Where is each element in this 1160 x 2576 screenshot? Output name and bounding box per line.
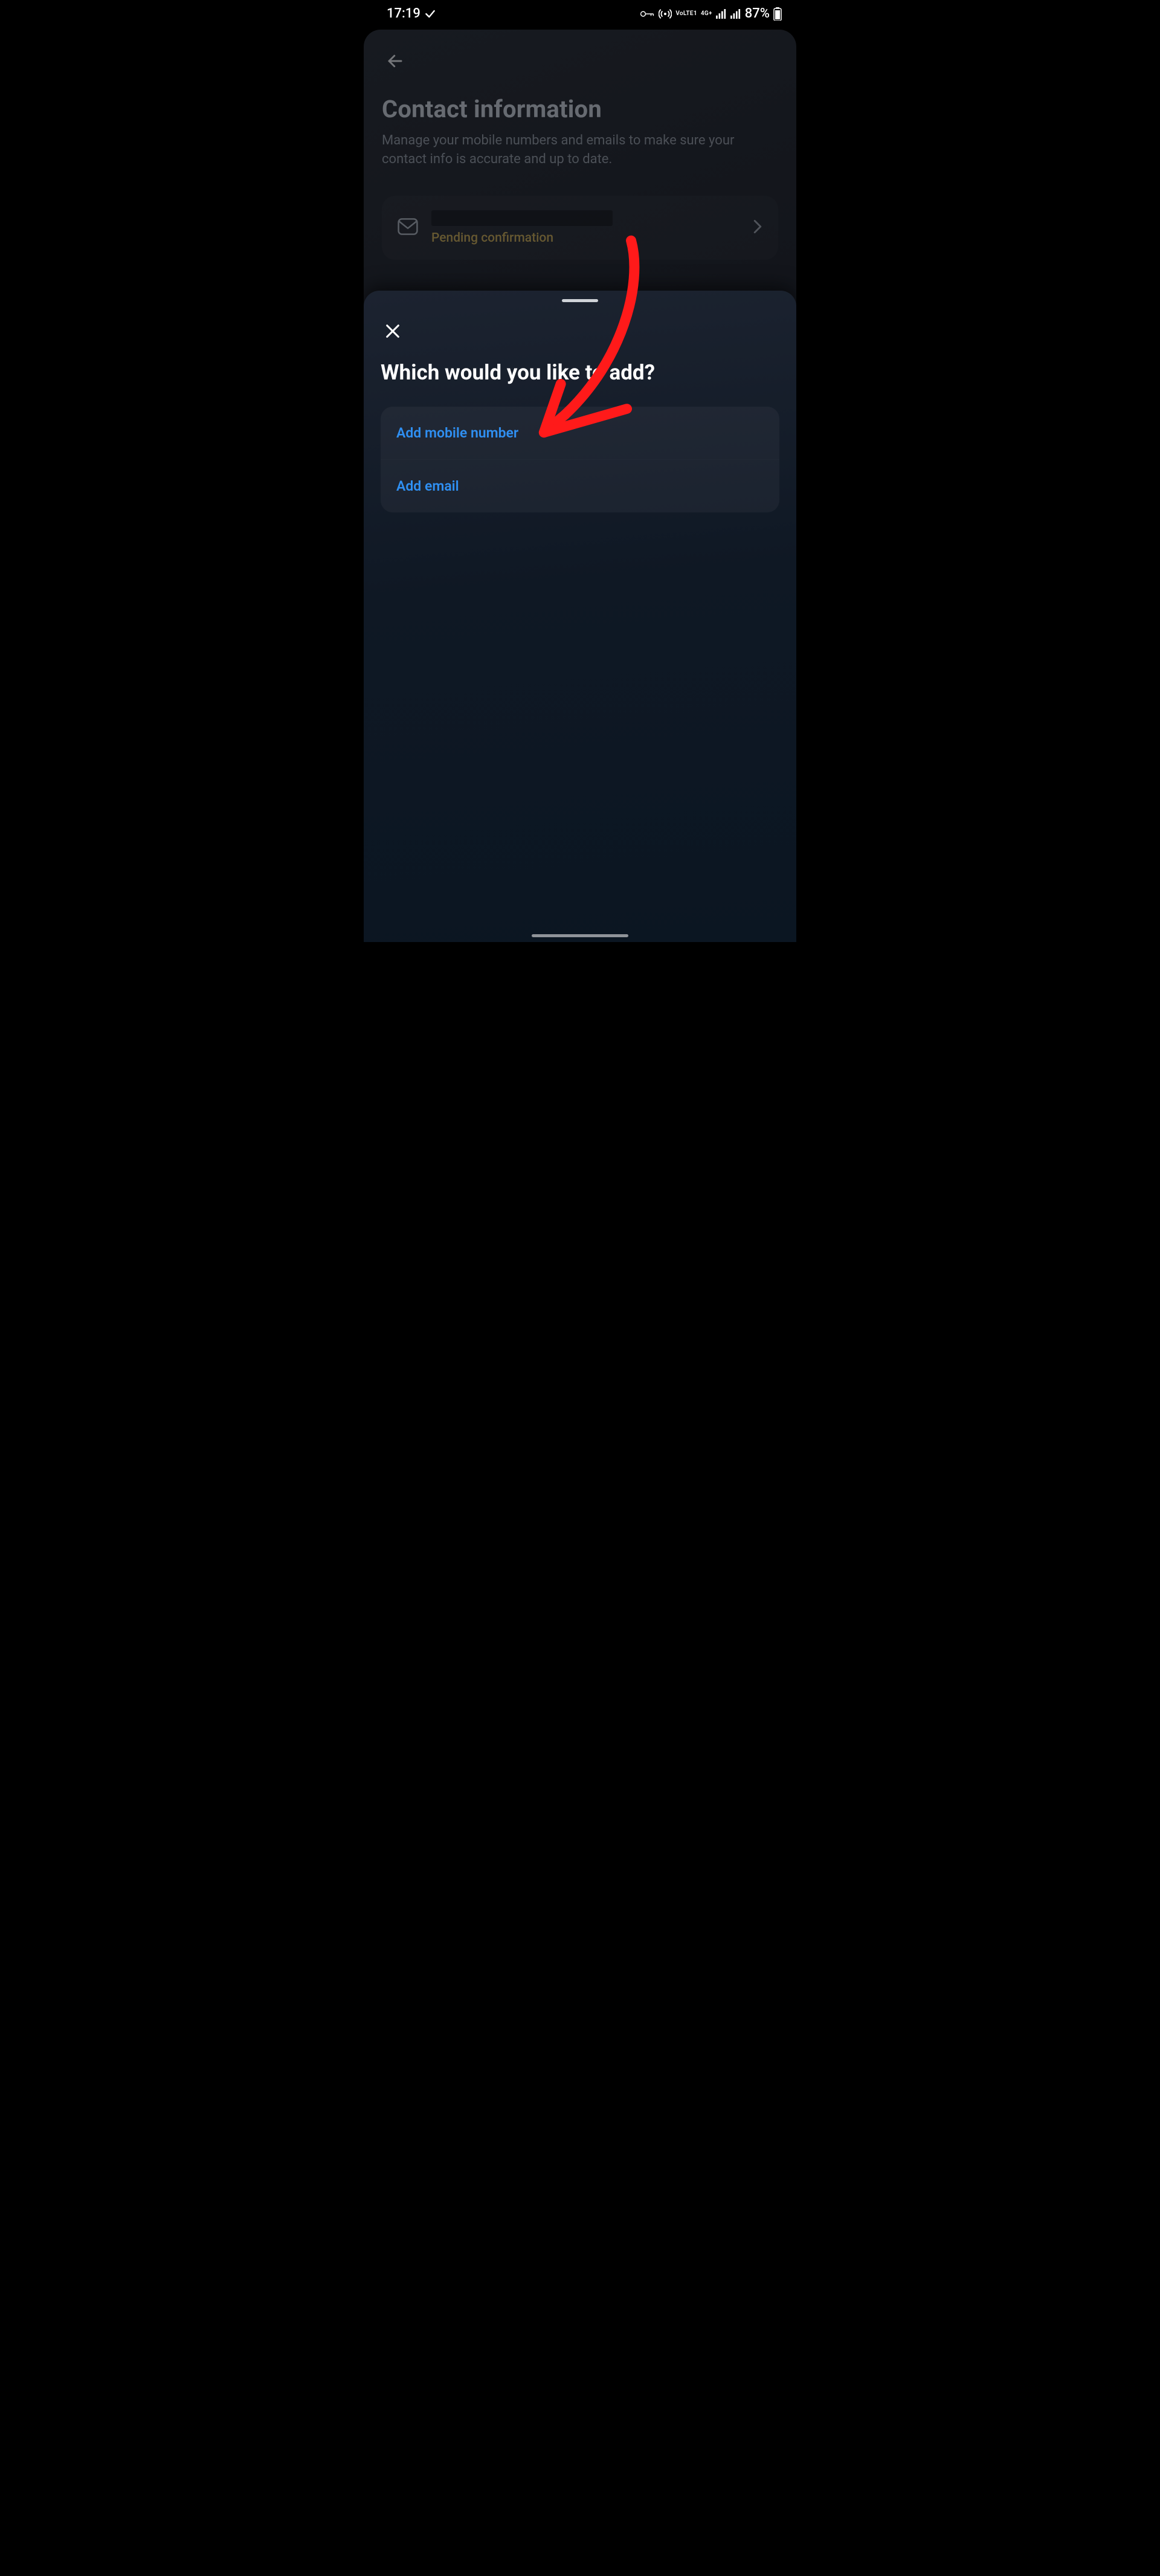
- sheet-title: Which would you like to add?: [381, 360, 779, 385]
- page-title: Contact information: [382, 95, 778, 123]
- signal-icon-2: [730, 9, 741, 19]
- contact-item[interactable]: Pending confirmation: [382, 196, 778, 260]
- key-icon: [639, 8, 655, 19]
- checkmark-icon: [424, 8, 436, 20]
- nav-handle[interactable]: [532, 934, 628, 937]
- chevron-right-icon: [753, 219, 762, 236]
- contact-status: Pending confirmation: [431, 231, 553, 245]
- battery-icon: [773, 7, 782, 21]
- status-time: 17:19: [387, 6, 420, 21]
- network-type-2: 4G+: [701, 11, 712, 16]
- signal-icon-1: [716, 9, 727, 19]
- device-frame: 17:19 VoLTE1 4G+ 87%: [362, 0, 798, 942]
- contact-page-content-dimmed: Contact information Manage your mobile n…: [382, 48, 778, 260]
- status-bar: 17:19 VoLTE1 4G+ 87%: [362, 0, 798, 24]
- hotspot-icon: [659, 7, 672, 21]
- contact-item-body: Pending confirmation: [431, 210, 740, 245]
- close-button[interactable]: [381, 319, 405, 343]
- add-contact-sheet: Which would you like to add? Add mobile …: [364, 291, 796, 942]
- sheet-grabber[interactable]: [562, 299, 598, 302]
- arrow-left-icon: [386, 52, 404, 70]
- mail-icon: [398, 218, 418, 237]
- contact-page: Contact information Manage your mobile n…: [364, 30, 796, 942]
- contact-email-redacted: [431, 210, 613, 226]
- sheet-options: Add mobile number Add email: [381, 407, 779, 512]
- status-battery-pct: 87%: [745, 6, 770, 21]
- status-right: VoLTE1 4G+ 87%: [639, 6, 782, 21]
- network-type-1: VoLTE1: [675, 11, 697, 16]
- status-left: 17:19: [387, 6, 436, 21]
- option-add-email[interactable]: Add email: [381, 459, 779, 512]
- back-button[interactable]: [382, 48, 408, 74]
- page-subtitle: Manage your mobile numbers and emails to…: [382, 132, 778, 169]
- option-add-mobile[interactable]: Add mobile number: [381, 407, 779, 459]
- close-icon: [384, 323, 401, 340]
